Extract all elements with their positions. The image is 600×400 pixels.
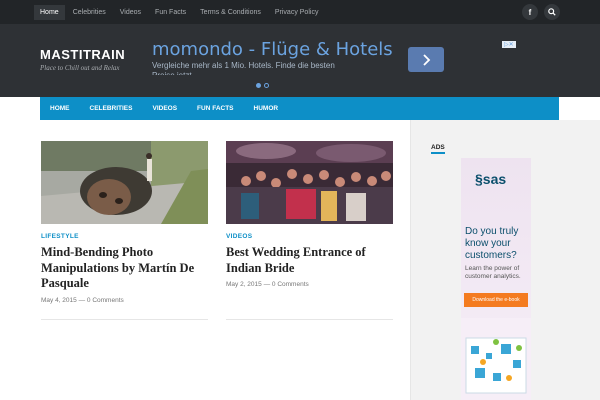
post-title[interactable]: Best Wedding Entrance of Indian Bride [226,245,393,276]
top-icons: f [516,4,560,20]
sas-logo: §sas [475,171,506,187]
ad-dot[interactable] [264,83,269,88]
top-bar: Home Celebrities Videos Fun Facts Terms … [0,0,600,24]
post-comments-link[interactable]: 0 Comments [87,297,124,304]
post-comments-link[interactable]: 0 Comments [272,281,309,288]
post-date[interactable]: May 2, 2015 [226,281,262,288]
sas-logo-icon: § [475,171,483,187]
ad-next-button[interactable] [408,47,444,72]
post-title[interactable]: Mind-Bending Photo Manipulations by Mart… [41,245,208,292]
post-thumbnail[interactable] [226,141,393,224]
ad-choices-icon[interactable]: ▷✕ [502,41,516,48]
sas-illustration [461,318,531,400]
topnav-home[interactable]: Home [34,4,65,20]
nav-home[interactable]: HOME [50,105,70,112]
main-nav: HOME CELEBRITIES VIDEOS FUN FACTS HUMOR [40,97,559,120]
sas-logo-text: sas [482,171,507,187]
chevron-right-icon [423,53,431,66]
ad-pagination [256,83,272,88]
post-meta: May 4, 2015 — 0 Comments [41,296,124,304]
sidebar-widget-title: ADS [431,144,445,154]
ad-description-cont: Preise jetzt [152,71,212,75]
post-category[interactable]: VIDEOS [226,233,393,240]
nav-humor[interactable]: HUMOR [254,105,279,112]
ad-description: Vergleiche mehr als 1 Mio. Hotels. Finde… [152,61,335,70]
top-nav: Home Celebrities Videos Fun Facts Terms … [34,0,332,24]
topnav-privacy[interactable]: Privacy Policy [275,9,319,16]
header-ad-banner[interactable]: momondo - Flüge & Hotels Vergleiche mehr… [142,35,518,88]
sidebar: ADS §sas Do you truly know your customer… [410,120,600,400]
nav-videos[interactable]: VIDEOS [152,105,177,112]
post-divider [41,319,208,320]
facebook-icon[interactable]: f [522,4,538,20]
site-header: MASTITRAIN Place to Chill out and Relax … [0,24,600,97]
post-category[interactable]: LIFESTYLE [41,233,208,240]
post-meta: May 2, 2015 — 0 Comments [226,281,309,288]
search-icon[interactable] [544,4,560,20]
topnav-terms[interactable]: Terms & Conditions [200,9,261,16]
nav-celebrities[interactable]: CELEBRITIES [90,105,133,112]
sas-headline: Do you truly know your customers? [465,226,519,261]
sas-download-button[interactable]: Download the e-book [464,293,528,307]
post-card: LIFESTYLE Mind-Bending Photo Manipulatio… [41,141,208,320]
post-divider [226,319,393,320]
ad-title[interactable]: momondo - Flüge & Hotels [152,39,393,60]
ad-dot-active[interactable] [256,83,261,88]
topnav-celebrities[interactable]: Celebrities [73,9,106,16]
post-thumbnail[interactable] [41,141,208,224]
nav-fun-facts[interactable]: FUN FACTS [197,105,233,112]
sas-subtext: Learn the power of customer analytics. [465,265,521,280]
sas-ad[interactable]: §sas Do you truly know your customers? L… [461,158,531,400]
topnav-fun-facts[interactable]: Fun Facts [155,9,186,16]
site-tagline: Place to Chill out and Relax [40,64,120,72]
site-logo[interactable]: MASTITRAIN [40,47,125,62]
topnav-videos[interactable]: Videos [120,9,141,16]
post-card: VIDEOS Best Wedding Entrance of Indian B… [226,141,393,320]
post-date[interactable]: May 4, 2015 [41,297,77,304]
